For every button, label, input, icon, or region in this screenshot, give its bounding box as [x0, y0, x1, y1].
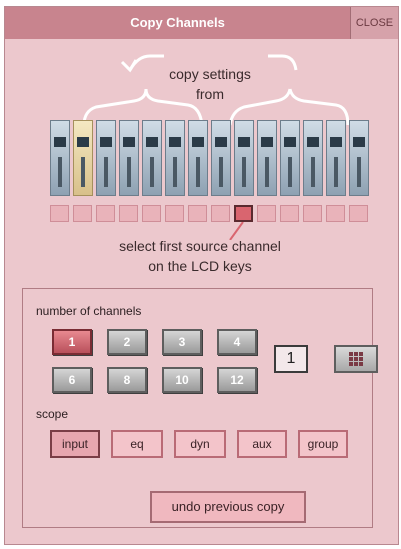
scope-input-button[interactable]: input: [50, 430, 100, 458]
select-caption-line1: select first source channel: [119, 238, 281, 254]
copy-caption-line1: copy settings: [169, 66, 251, 82]
lcd-keys-row: [50, 205, 370, 223]
lcd-key[interactable]: [211, 205, 230, 222]
scope-label: scope: [36, 407, 69, 421]
channel-fader: [349, 120, 369, 196]
channel-fader: [96, 120, 116, 196]
channel-fader: [188, 120, 208, 196]
channel-fader: [234, 120, 254, 196]
channels-button-10[interactable]: 10: [162, 367, 202, 393]
channels-button-3[interactable]: 3: [162, 329, 202, 355]
scope-aux-button[interactable]: aux: [237, 430, 287, 458]
channel-count-display: 1: [274, 345, 308, 373]
lcd-key[interactable]: [73, 205, 92, 222]
undo-previous-copy-button[interactable]: undo previous copy: [150, 491, 306, 523]
lcd-key[interactable]: [96, 205, 115, 222]
channel-strip-image: [50, 120, 370, 200]
number-of-channels-label: number of channels: [36, 304, 142, 318]
lcd-key[interactable]: [326, 205, 345, 222]
copy-settings-caption: copy settings from: [150, 64, 270, 104]
channels-button-12[interactable]: 12: [217, 367, 257, 393]
lcd-key[interactable]: [119, 205, 138, 222]
channels-button-2[interactable]: 2: [107, 329, 147, 355]
lcd-key[interactable]: [303, 205, 322, 222]
select-source-caption: select first source channel on the LCD k…: [90, 236, 310, 276]
lcd-key[interactable]: [349, 205, 368, 222]
lcd-key[interactable]: [188, 205, 207, 222]
scope-eq-button[interactable]: eq: [111, 430, 163, 458]
channels-button-1[interactable]: 1: [52, 329, 92, 355]
lcd-key[interactable]: [142, 205, 161, 222]
lcd-key[interactable]: [50, 205, 69, 222]
channel-fader: [257, 120, 277, 196]
lcd-key[interactable]: [280, 205, 299, 222]
channel-fader: [211, 120, 231, 196]
channel-fader: [280, 120, 300, 196]
lcd-key[interactable]: [257, 205, 276, 222]
keypad-grid-icon: [349, 352, 363, 366]
channel-fader: [50, 120, 70, 196]
channel-fader: [303, 120, 323, 196]
channels-button-6[interactable]: 6: [52, 367, 92, 393]
channel-fader: [165, 120, 185, 196]
select-caption-line2: on the LCD keys: [148, 258, 252, 274]
channel-fader-highlighted: [73, 120, 93, 196]
channels-button-8[interactable]: 8: [107, 367, 147, 393]
channel-fader: [326, 120, 346, 196]
scope-group-button[interactable]: group: [298, 430, 348, 458]
copy-caption-line2: from: [196, 86, 224, 102]
lcd-key[interactable]: [165, 205, 184, 222]
keypad-grid-button[interactable]: [334, 345, 378, 373]
channel-fader: [142, 120, 162, 196]
scope-dyn-button[interactable]: dyn: [174, 430, 226, 458]
channels-button-4[interactable]: 4: [217, 329, 257, 355]
lcd-key-selected[interactable]: [234, 205, 253, 222]
channel-fader: [119, 120, 139, 196]
